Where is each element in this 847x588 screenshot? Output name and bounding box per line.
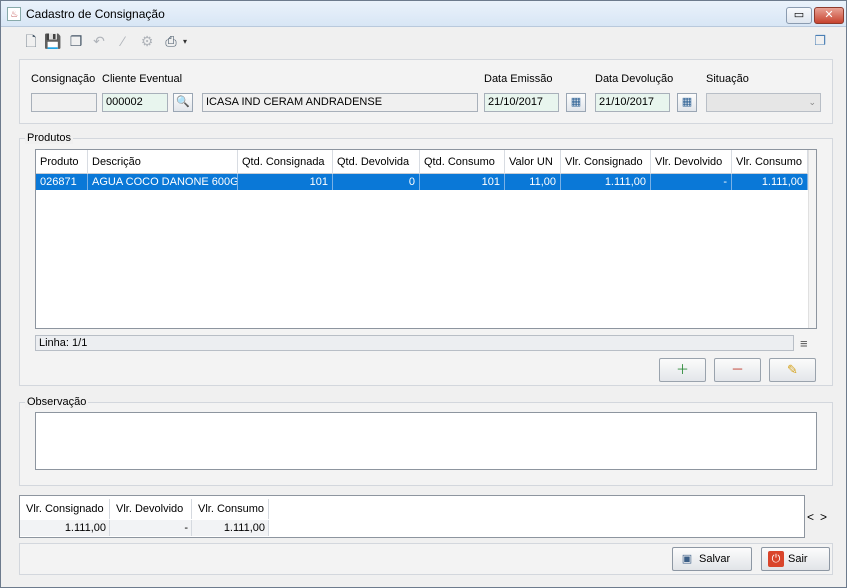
print-icon[interactable]: ⎙ (162, 32, 180, 50)
row-status: Linha: 1/1 (35, 335, 794, 351)
cliente-code-field[interactable]: 000002 (102, 93, 168, 112)
totals-nav: <> (807, 510, 833, 524)
col-vlr-consumo[interactable]: Vlr. Consumo (732, 150, 808, 174)
table-row[interactable]: 026871 AGUA COCO DANONE 600G 101 0 101 1… (36, 174, 808, 190)
total-vlr-consignado-value: 1.111,00 (20, 520, 110, 536)
total-vlr-devolvido-label: Vlr. Devolvido (110, 499, 192, 519)
remove-row-button[interactable]: － (714, 358, 761, 382)
cell-qtd-consumo: 101 (420, 174, 505, 190)
consignment-window: ♨ Cadastro de Consignação ▭ ✕ 🗋 💾 ❐ ↶ ⁄ … (0, 0, 847, 588)
broom-icon: ✎ (787, 362, 798, 377)
produtos-table[interactable]: Produto Descrição Qtd. Consignada Qtd. D… (35, 149, 817, 329)
cliente-name-field[interactable]: ICASA IND CERAM ANDRADENSE (202, 93, 478, 112)
new-file-icon[interactable]: 🗋 (22, 32, 40, 50)
add-row-icon: ＋ (675, 362, 689, 377)
java-app-icon: ♨ (7, 7, 21, 21)
calendar-icon: ▦ (570, 96, 582, 108)
col-vlr-devolvido[interactable]: Vlr. Devolvido (651, 150, 732, 174)
col-qtd-consignada[interactable]: Qtd. Consignada (238, 150, 333, 174)
col-vlr-consignado[interactable]: Vlr. Consignado (561, 150, 651, 174)
observacao-textarea[interactable] (35, 412, 817, 470)
save-button-label: Salvar (699, 553, 731, 565)
cell-qtd-devolvida: 0 (333, 174, 420, 190)
floppy-disk-icon: ▣ (681, 553, 693, 565)
exit-button[interactable]: ⏻ Sair (761, 547, 830, 571)
chevron-left-icon[interactable]: < (807, 510, 820, 524)
data-devolucao-label: Data Devolução (595, 73, 674, 85)
cell-valor-un: 11,00 (505, 174, 561, 190)
chevron-down-icon: ⌄ (808, 97, 816, 107)
data-emissao-label: Data Emissão (484, 73, 553, 85)
save-icon[interactable]: 💾 (44, 32, 62, 50)
undo-icon[interactable]: ↶ (90, 32, 108, 50)
add-row-button[interactable]: ＋ (659, 358, 706, 382)
total-vlr-consumo-label: Vlr. Consumo (192, 499, 269, 519)
produtos-table-header: Produto Descrição Qtd. Consignada Qtd. D… (36, 150, 816, 174)
menu-icon[interactable]: ≡ (800, 336, 808, 351)
col-qtd-consumo[interactable]: Qtd. Consumo (420, 150, 505, 174)
data-emissao-field[interactable]: 21/10/2017 (484, 93, 559, 112)
title-bar: ♨ Cadastro de Consignação ▭ ✕ (1, 1, 846, 27)
calendar-emissao-button[interactable]: ▦ (566, 93, 586, 112)
toolbar: 🗋 💾 ❐ ↶ ⁄ ⚙ ⎙ ▾ ❐ (1, 28, 846, 54)
col-descricao[interactable]: Descrição (88, 150, 238, 174)
calendar-icon: ▦ (681, 96, 693, 108)
vertical-scrollbar[interactable] (808, 150, 816, 328)
clear-button[interactable]: ✎ (769, 358, 816, 382)
total-vlr-consumo-value: 1.111,00 (192, 520, 269, 536)
restore-button[interactable]: ▭ (786, 7, 812, 24)
cell-vlr-devolvido: - (651, 174, 732, 190)
windows-icon[interactable]: ❐ (811, 32, 829, 50)
cell-produto: 026871 (36, 174, 88, 190)
window-title: Cadastro de Consignação (26, 7, 165, 21)
observacao-group-title: Observação (25, 396, 89, 408)
situacao-select[interactable]: ⌄ (706, 93, 821, 112)
power-icon: ⏻ (768, 551, 784, 567)
cell-descricao: AGUA COCO DANONE 600G (88, 174, 238, 190)
save-button[interactable]: ▣ Salvar (672, 547, 752, 571)
cell-vlr-consumo: 1.111,00 (732, 174, 808, 190)
cell-qtd-consignada: 101 (238, 174, 333, 190)
data-devolucao-field[interactable]: 21/10/2017 (595, 93, 670, 112)
remove-row-icon: － (730, 362, 744, 377)
calendar-devolucao-button[interactable]: ▦ (677, 93, 697, 112)
search-client-button[interactable]: 🔍 (173, 93, 193, 112)
magic-wand-icon[interactable]: ⁄ (114, 32, 132, 50)
header-panel: Consignação Cliente Eventual 000002 🔍 IC… (19, 59, 833, 124)
print-dropdown-caret-icon[interactable]: ▾ (183, 37, 187, 46)
cell-vlr-consignado: 1.111,00 (561, 174, 651, 190)
col-qtd-devolvida[interactable]: Qtd. Devolvida (333, 150, 420, 174)
exit-button-label: Sair (788, 553, 808, 565)
consignacao-label: Consignação (31, 73, 96, 85)
col-valor-un[interactable]: Valor UN (505, 150, 561, 174)
search-icon: 🔍 (176, 96, 190, 108)
situacao-label: Situação (706, 73, 749, 85)
cliente-eventual-label: Cliente Eventual (102, 73, 183, 85)
copy-icon[interactable]: ❐ (67, 32, 85, 50)
col-produto[interactable]: Produto (36, 150, 88, 174)
produtos-group-title: Produtos (25, 132, 74, 144)
consignacao-field[interactable] (31, 93, 97, 112)
gear-icon[interactable]: ⚙ (138, 32, 156, 50)
total-vlr-consignado-label: Vlr. Consignado (20, 499, 110, 519)
totals-panel: Vlr. Consignado Vlr. Devolvido Vlr. Cons… (19, 495, 805, 538)
total-vlr-devolvido-value: - (110, 520, 192, 536)
chevron-right-icon[interactable]: > (820, 510, 833, 524)
close-button[interactable]: ✕ (814, 7, 844, 24)
